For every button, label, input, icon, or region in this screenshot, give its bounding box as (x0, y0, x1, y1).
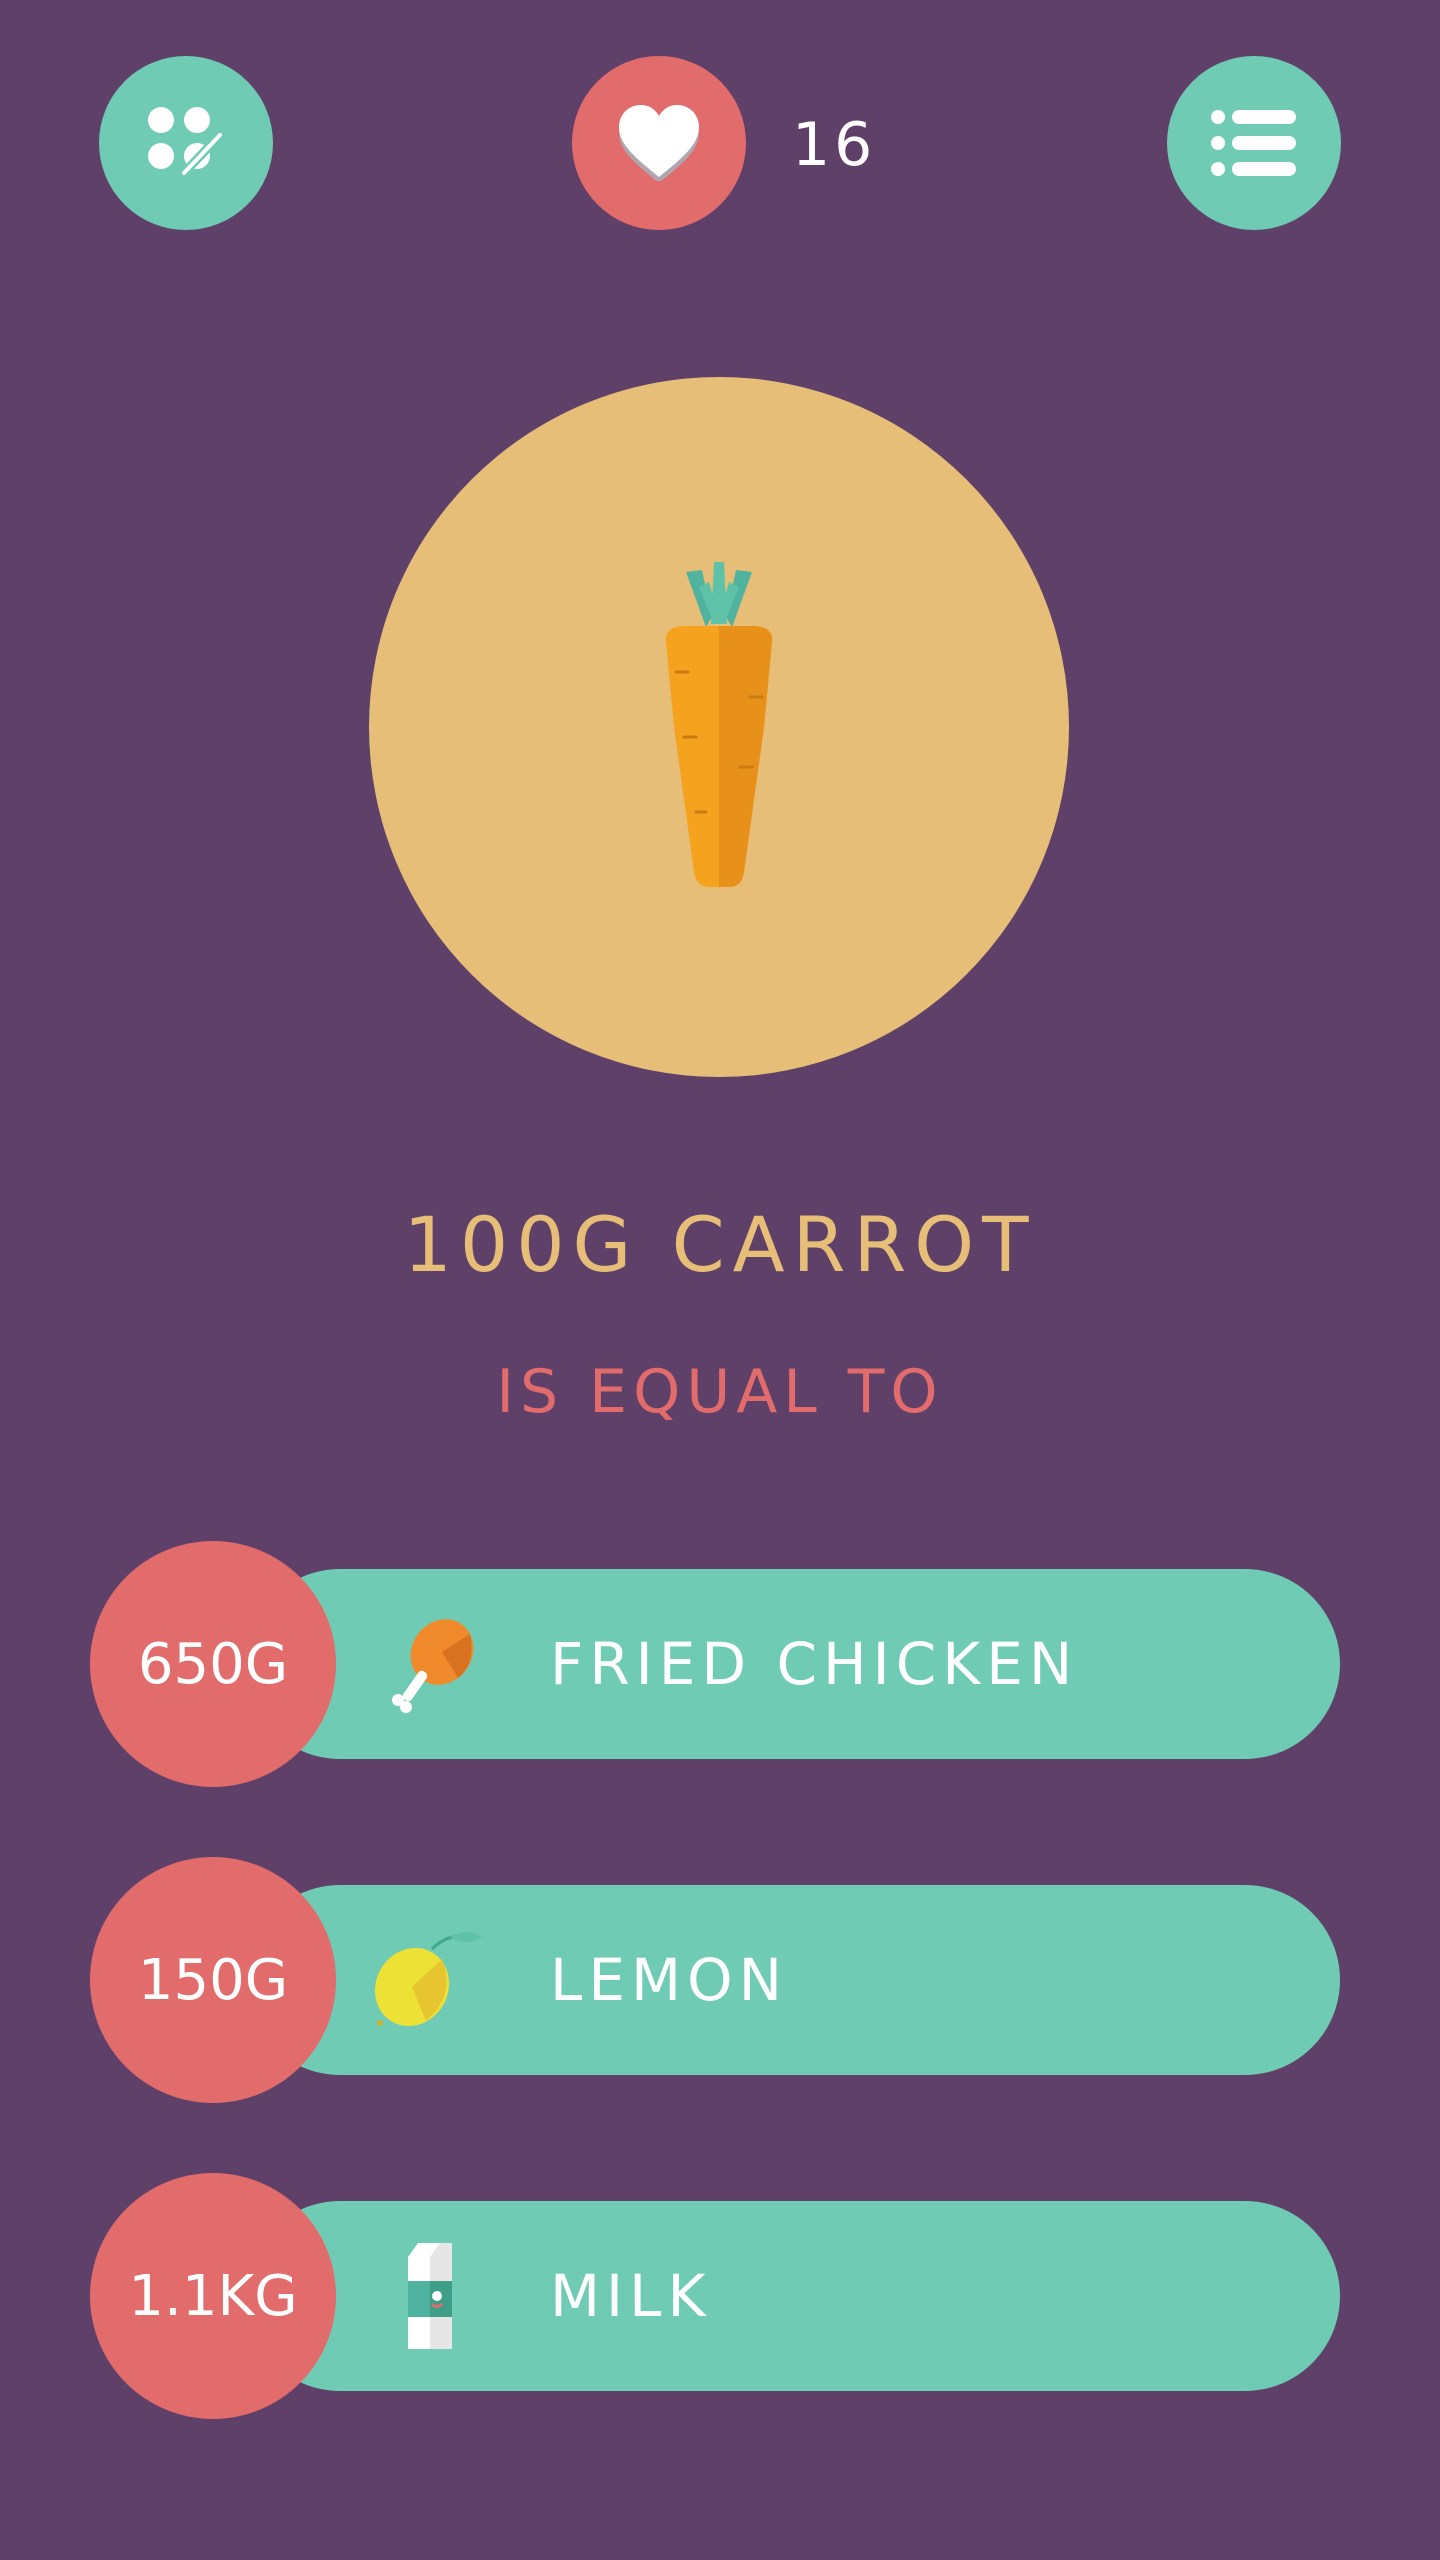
food-label: LEMON (550, 1946, 789, 2014)
food-illustration (369, 377, 1069, 1077)
milk-carton-icon (408, 2243, 452, 2349)
amount-badge: 650G (90, 1541, 336, 1787)
list-icon (1211, 110, 1296, 176)
chicken-leg-icon (392, 1619, 474, 1713)
categories-button[interactable] (99, 56, 273, 230)
grid-edit-icon (148, 107, 225, 178)
equivalence-subtitle: IS EQUAL TO (496, 1357, 944, 1427)
equivalent-row-lemon[interactable]: 150G LEMON (90, 1857, 1340, 2103)
list-button[interactable] (1167, 56, 1341, 230)
food-label: FRIED CHICKEN (550, 1630, 1079, 1698)
equivalent-row-milk[interactable]: 1.1KG MILK (90, 2173, 1340, 2419)
favorite-count: 16 (792, 110, 877, 180)
heart-icon (619, 105, 699, 181)
amount-badge: 1.1KG (90, 2173, 336, 2419)
favorites-button[interactable] (572, 56, 746, 230)
food-title: 100G CARROT (403, 1200, 1037, 1289)
carrot-icon (665, 562, 773, 887)
amount-badge: 150G (90, 1857, 336, 2103)
food-label: MILK (550, 2262, 712, 2330)
lemon-icon (374, 1932, 482, 2027)
equivalent-row-fried-chicken[interactable]: 650G FRIED CHICKEN (90, 1541, 1340, 1787)
